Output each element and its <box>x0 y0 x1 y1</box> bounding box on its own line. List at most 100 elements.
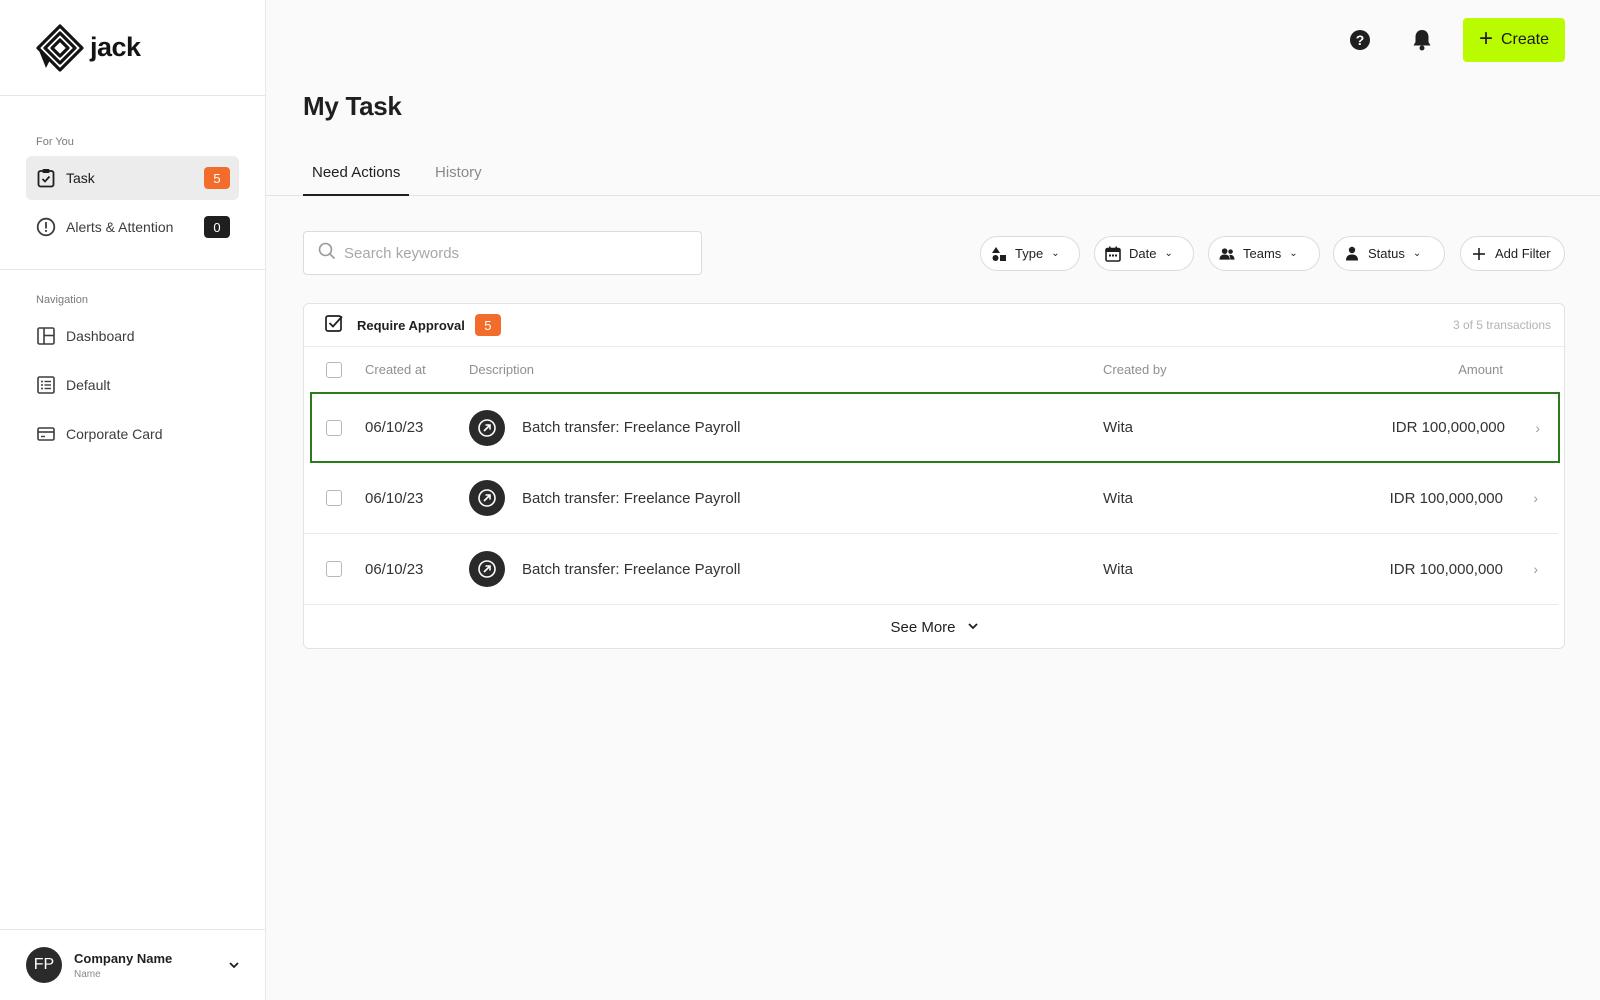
require-approval-card: Require Approval 5 3 of 5 transactions C… <box>303 303 1565 649</box>
help-icon[interactable]: ? <box>1349 29 1371 51</box>
column-created-at[interactable]: Created at <box>365 362 426 377</box>
for-you-section: For You Task 5 Alerts & Attention 0 <box>0 96 265 270</box>
row-created-by: Wita <box>1103 560 1133 578</box>
sidebar-item-label: Task <box>66 170 95 186</box>
brand-name: jack <box>90 32 141 62</box>
row-amount: IDR 100,000,000 <box>1389 489 1503 507</box>
row-date: 06/10/23 <box>365 560 424 578</box>
row-created-by: Wita <box>1103 489 1133 507</box>
tab-need-actions[interactable]: Need Actions <box>303 158 410 196</box>
row-date: 06/10/23 <box>365 419 424 436</box>
sidebar-item-alerts[interactable]: Alerts & Attention 0 <box>26 205 239 249</box>
chevron-down-icon: ⌄ <box>1412 248 1422 259</box>
chevron-down-icon: ⌄ <box>1289 248 1298 259</box>
company-name: Company Name <box>74 950 173 966</box>
filter-status[interactable]: Status ⌄ <box>1333 236 1445 271</box>
row-description-cell: Batch transfer: Freelance Payroll <box>469 409 741 446</box>
chevron-down-icon <box>229 956 239 974</box>
column-amount[interactable]: Amount <box>1458 362 1503 377</box>
card-title: Require Approval <box>357 317 465 333</box>
search-input[interactable] <box>344 244 674 262</box>
task-count-badge: 5 <box>204 167 230 189</box>
see-more-button[interactable]: See More <box>304 605 1564 649</box>
chevron-down-icon <box>967 622 978 633</box>
filter-label: Teams <box>1243 246 1282 261</box>
transfer-out-icon <box>469 551 505 587</box>
row-description: Batch transfer: Freelance Payroll <box>522 419 741 436</box>
checkbox-check-icon <box>325 314 343 337</box>
column-created-by[interactable]: Created by <box>1103 362 1167 377</box>
row-checkbox[interactable] <box>326 561 342 577</box>
team-icon <box>1219 246 1235 262</box>
row-amount: IDR 100,000,000 <box>1391 419 1505 436</box>
page-title: My Task <box>303 91 402 121</box>
sidebar-item-dashboard[interactable]: Dashboard <box>26 314 239 358</box>
column-description[interactable]: Description <box>469 362 534 377</box>
chevron-down-icon: ⌄ <box>1164 248 1173 259</box>
chevron-right-icon: › <box>1535 419 1540 436</box>
chevron-right-icon: › <box>1533 561 1538 577</box>
bell-icon[interactable] <box>1411 28 1433 52</box>
filter-label: Type <box>1015 246 1044 261</box>
alerts-count-badge: 0 <box>204 216 230 238</box>
card-icon <box>36 424 56 444</box>
filter-teams[interactable]: Teams ⌄ <box>1208 236 1320 271</box>
company-switcher[interactable]: FP Company Name Name <box>0 929 265 1000</box>
plus-icon: + <box>1478 25 1493 52</box>
filter-label: Status <box>1368 246 1405 261</box>
table-header: Created at Description Created by Amount <box>304 347 1564 392</box>
search-icon <box>318 242 336 265</box>
row-description: Batch transfer: Freelance Payroll <box>522 489 741 507</box>
approval-count-badge: 5 <box>474 314 501 336</box>
task-check-icon <box>36 168 56 188</box>
transfer-out-icon <box>469 480 505 516</box>
navigation-section: Navigation Dashboard Default Corporate C… <box>0 270 265 456</box>
navigation-label: Navigation <box>36 294 88 306</box>
select-all-checkbox[interactable] <box>326 361 342 378</box>
search-box <box>303 231 702 275</box>
sidebar-item-task[interactable]: Task 5 <box>26 156 239 200</box>
avatar: FP <box>26 947 62 983</box>
sidebar-item-label: Alerts & Attention <box>66 219 174 235</box>
create-button[interactable]: + Create <box>1463 18 1565 62</box>
row-description: Batch transfer: Freelance Payroll <box>522 560 741 578</box>
svg-text:?: ? <box>1356 32 1365 48</box>
logo[interactable]: jack <box>0 0 265 96</box>
alert-circle-icon <box>36 217 56 237</box>
transfer-out-icon <box>469 409 505 446</box>
table-row[interactable]: 06/10/23 Batch transfer: Freelance Payro… <box>310 392 1560 463</box>
chevron-right-icon: › <box>1533 490 1538 506</box>
row-checkbox[interactable] <box>326 490 342 506</box>
row-date: 06/10/23 <box>365 489 424 507</box>
table-row[interactable]: 06/10/23 Batch transfer: Freelance Payro… <box>304 534 1558 605</box>
row-description-cell: Batch transfer: Freelance Payroll <box>469 480 740 516</box>
sidebar-item-corporate-card[interactable]: Corporate Card <box>26 412 239 456</box>
filter-label: Date <box>1129 246 1157 261</box>
list-icon <box>36 375 56 395</box>
user-subtitle: Name <box>74 968 101 980</box>
sidebar-item-label: Dashboard <box>66 328 135 344</box>
table-row[interactable]: 06/10/23 Batch transfer: Freelance Payro… <box>304 463 1558 534</box>
tab-bar: Need Actions History <box>266 158 1600 196</box>
filter-label: Add Filter <box>1495 246 1551 261</box>
tab-history[interactable]: History <box>426 158 491 196</box>
for-you-label: For You <box>36 136 74 148</box>
calendar-icon <box>1105 246 1121 262</box>
transactions-count: 3 of 5 transactions <box>1452 318 1551 332</box>
create-button-label: Create <box>1500 31 1550 48</box>
plus-icon <box>1471 246 1487 262</box>
person-icon <box>1344 246 1360 262</box>
sidebar: jack For You Task 5 Alerts & Attention 0… <box>0 0 266 1000</box>
user-info: Company Name Name <box>74 951 229 980</box>
jack-logo-icon <box>36 23 84 72</box>
row-description-cell: Batch transfer: Freelance Payroll <box>469 551 740 587</box>
card-header: Require Approval 5 3 of 5 transactions <box>304 304 1564 347</box>
see-more-label: See More <box>890 618 956 636</box>
add-filter-button[interactable]: Add Filter <box>1460 236 1565 271</box>
filter-type[interactable]: Type ⌄ <box>980 236 1080 271</box>
sidebar-item-label: Corporate Card <box>66 426 163 442</box>
row-checkbox[interactable] <box>326 419 342 436</box>
filter-date[interactable]: Date ⌄ <box>1094 236 1194 271</box>
sidebar-item-label: Default <box>66 377 111 393</box>
sidebar-item-default[interactable]: Default <box>26 363 239 407</box>
